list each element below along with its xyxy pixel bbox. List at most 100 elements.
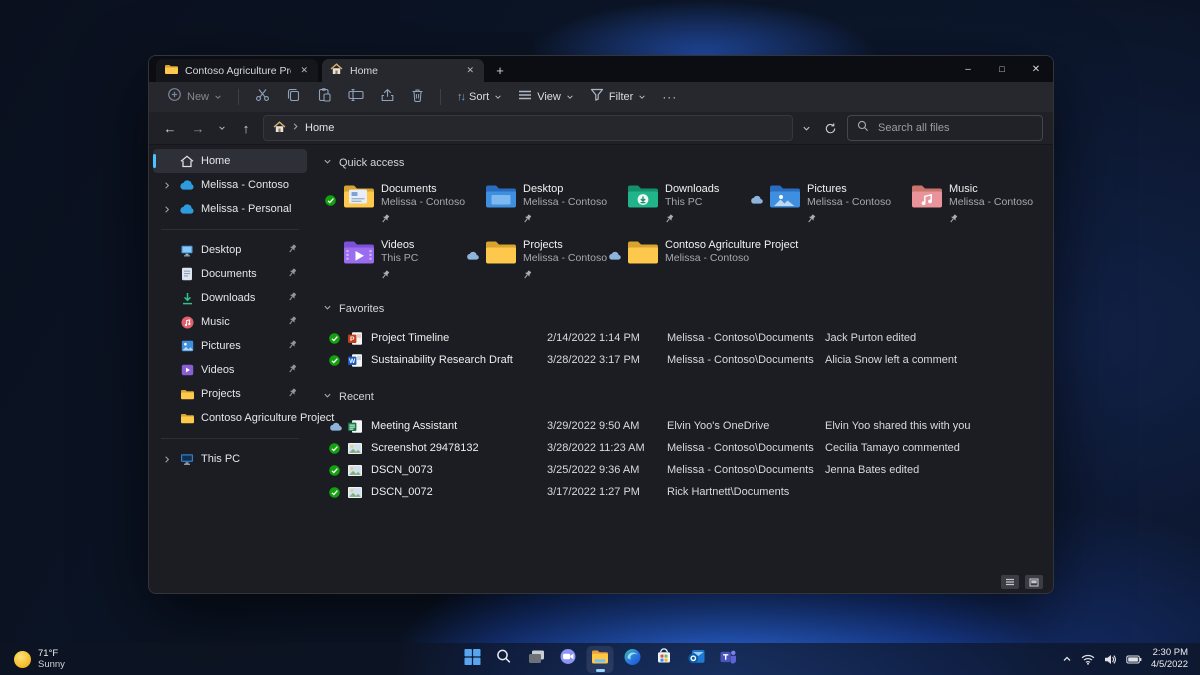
tile-location: Melissa - Contoso	[665, 252, 798, 264]
tile-name: Contoso Agriculture Project	[665, 239, 798, 251]
recent-locations-chevron-icon[interactable]	[215, 117, 229, 139]
taskbar-file-explorer-button[interactable]	[587, 646, 614, 673]
tab-contoso-agriculture-project[interactable]: Contoso Agriculture Project ✕	[156, 59, 318, 82]
file-row-project-timeline[interactable]: PProject Timeline2/14/2022 1:14 PMMeliss…	[321, 327, 1043, 349]
taskbar-outlook-button[interactable]	[683, 646, 710, 673]
thumbnail-view-toggle[interactable]	[1025, 575, 1043, 589]
chevron-right-icon[interactable]	[161, 455, 173, 464]
section-recent[interactable]: Recent	[323, 391, 1043, 403]
chevron-right-icon[interactable]	[161, 205, 173, 214]
taskbar-clock[interactable]: 2:30 PM 4/5/2022	[1151, 647, 1188, 671]
tab-label: Home	[350, 65, 457, 77]
sort-button[interactable]: ↑↓ Sort	[451, 85, 508, 109]
delete-button[interactable]	[405, 85, 430, 109]
search-input[interactable]	[876, 121, 1033, 135]
share-button[interactable]	[374, 85, 401, 109]
tile-name: Pictures	[807, 183, 891, 195]
maximize-button[interactable]: □	[985, 56, 1019, 82]
new-tab-button[interactable]: +	[488, 59, 512, 82]
battery-icon[interactable]	[1126, 655, 1142, 664]
chevron-down-icon	[638, 88, 646, 106]
file-row-meeting-assistant[interactable]: Meeting Assistant3/29/2022 9:50 AMElvin …	[321, 415, 1043, 437]
paste-button[interactable]	[311, 85, 338, 109]
copy-icon	[286, 87, 301, 107]
task-view-icon	[527, 649, 545, 670]
address-dropdown-chevron-icon[interactable]	[799, 117, 813, 139]
sidebar-item-music[interactable]: Music	[153, 310, 307, 334]
wifi-icon[interactable]	[1081, 654, 1095, 665]
taskbar-edge-button[interactable]	[619, 646, 646, 673]
sidebar-item-melissa-personal[interactable]: Melissa - Personal	[153, 197, 307, 221]
breadcrumb[interactable]: Home	[263, 115, 793, 141]
view-button[interactable]: View	[512, 85, 580, 109]
home-icon	[273, 121, 286, 136]
file-row-sustainability-research-draft[interactable]: WSustainability Research Draft3/28/2022 …	[321, 349, 1043, 371]
cloud-status-icon	[465, 251, 479, 260]
rename-button[interactable]	[342, 85, 370, 109]
navigation-pane: HomeMelissa - ContosoMelissa - Personal D…	[149, 145, 311, 571]
taskbar-task-view-button[interactable]	[523, 646, 550, 673]
pin-icon	[288, 244, 297, 257]
taskbar-start-button[interactable]	[459, 646, 486, 673]
taskbar-chat-button[interactable]	[555, 646, 582, 673]
more-options-button[interactable]: ···	[656, 90, 683, 104]
section-favorites[interactable]: Favorites	[323, 303, 1043, 315]
taskbar-store-button[interactable]	[651, 646, 678, 673]
weather-temp: 71°F	[38, 648, 65, 659]
file-row-screenshot-29478132[interactable]: Screenshot 294781323/28/2022 11:23 AMMel…	[321, 437, 1043, 459]
quick-access-tile-music[interactable]: MusicMelissa - Contoso	[891, 181, 1033, 221]
section-quick-access[interactable]: Quick access	[323, 157, 1043, 169]
sidebar-item-contoso-agriculture-project[interactable]: Contoso Agriculture Project	[153, 406, 307, 430]
quick-access-tile-pictures[interactable]: PicturesMelissa - Contoso	[749, 181, 891, 221]
copy-button[interactable]	[280, 85, 307, 109]
file-row-dscn-0073[interactable]: DSCN_00733/25/2022 9:36 AMMelissa - Cont…	[321, 459, 1043, 481]
tray-chevron-up-icon[interactable]	[1062, 655, 1072, 663]
tile-location: Melissa - Contoso	[523, 196, 607, 208]
file-date: 3/17/2022 1:27 PM	[547, 486, 667, 498]
quick-access-tile-videos[interactable]: VideosThis PC	[323, 237, 465, 277]
weather-widget[interactable]: 71°F Sunny	[0, 648, 65, 671]
file-date: 2/14/2022 1:14 PM	[547, 332, 667, 344]
file-row-dscn-0072[interactable]: DSCN_00723/17/2022 1:27 PMRick Hartnett\…	[321, 481, 1043, 503]
chevron-right-icon[interactable]	[161, 181, 173, 190]
sidebar-item-desktop[interactable]: Desktop	[153, 238, 307, 262]
close-tab-icon[interactable]: ✕	[298, 65, 310, 76]
sidebar-item-melissa-contoso[interactable]: Melissa - Contoso	[153, 173, 307, 197]
sidebar-item-pictures[interactable]: Pictures	[153, 334, 307, 358]
quick-access-tile-contoso-agriculture-project[interactable]: Contoso Agriculture ProjectMelissa - Con…	[607, 237, 749, 277]
details-view-toggle[interactable]	[1001, 575, 1019, 589]
back-button[interactable]: ←	[159, 117, 181, 139]
sidebar-item-this-pc[interactable]: This PC	[153, 447, 307, 471]
quick-access-tile-downloads[interactable]: DownloadsThis PC	[607, 181, 749, 221]
tile-location: Melissa - Contoso	[807, 196, 891, 208]
file-location: Melissa - Contoso\Documents	[667, 442, 825, 454]
forward-button[interactable]: →	[187, 117, 209, 139]
sidebar-item-projects[interactable]: Projects	[153, 382, 307, 406]
file-activity: Elvin Yoo shared this with you	[825, 420, 1043, 432]
up-button[interactable]: ↑	[235, 117, 257, 139]
refresh-icon[interactable]	[819, 117, 841, 139]
edge-icon	[623, 648, 641, 671]
file-activity: Alicia Snow left a comment	[825, 354, 1043, 366]
cut-button[interactable]	[249, 85, 276, 109]
new-button[interactable]: New	[161, 85, 228, 109]
quick-access-tile-desktop[interactable]: DesktopMelissa - Contoso	[465, 181, 607, 221]
sidebar-item-home[interactable]: Home	[153, 149, 307, 173]
quick-access-tile-documents[interactable]: DocumentsMelissa - Contoso	[323, 181, 465, 221]
pin-icon	[381, 211, 465, 221]
filter-button[interactable]: Filter	[584, 85, 652, 109]
close-button[interactable]: ✕	[1019, 56, 1053, 82]
close-tab-icon[interactable]: ✕	[464, 65, 476, 76]
taskbar-teams-button[interactable]	[715, 646, 742, 673]
taskbar-search-button[interactable]	[491, 646, 518, 673]
quick-access-tile-projects[interactable]: ProjectsMelissa - Contoso	[465, 237, 607, 277]
search-box[interactable]	[847, 115, 1043, 141]
tab-home[interactable]: Home ✕	[322, 59, 484, 82]
sidebar-item-documents[interactable]: Documents	[153, 262, 307, 286]
sidebar-item-downloads[interactable]: Downloads	[153, 286, 307, 310]
sidebar-item-videos[interactable]: Videos	[153, 358, 307, 382]
volume-icon[interactable]	[1104, 654, 1117, 665]
minimize-button[interactable]: –	[951, 56, 985, 82]
onedrive-icon	[179, 204, 195, 214]
downloads-icon	[179, 292, 195, 305]
